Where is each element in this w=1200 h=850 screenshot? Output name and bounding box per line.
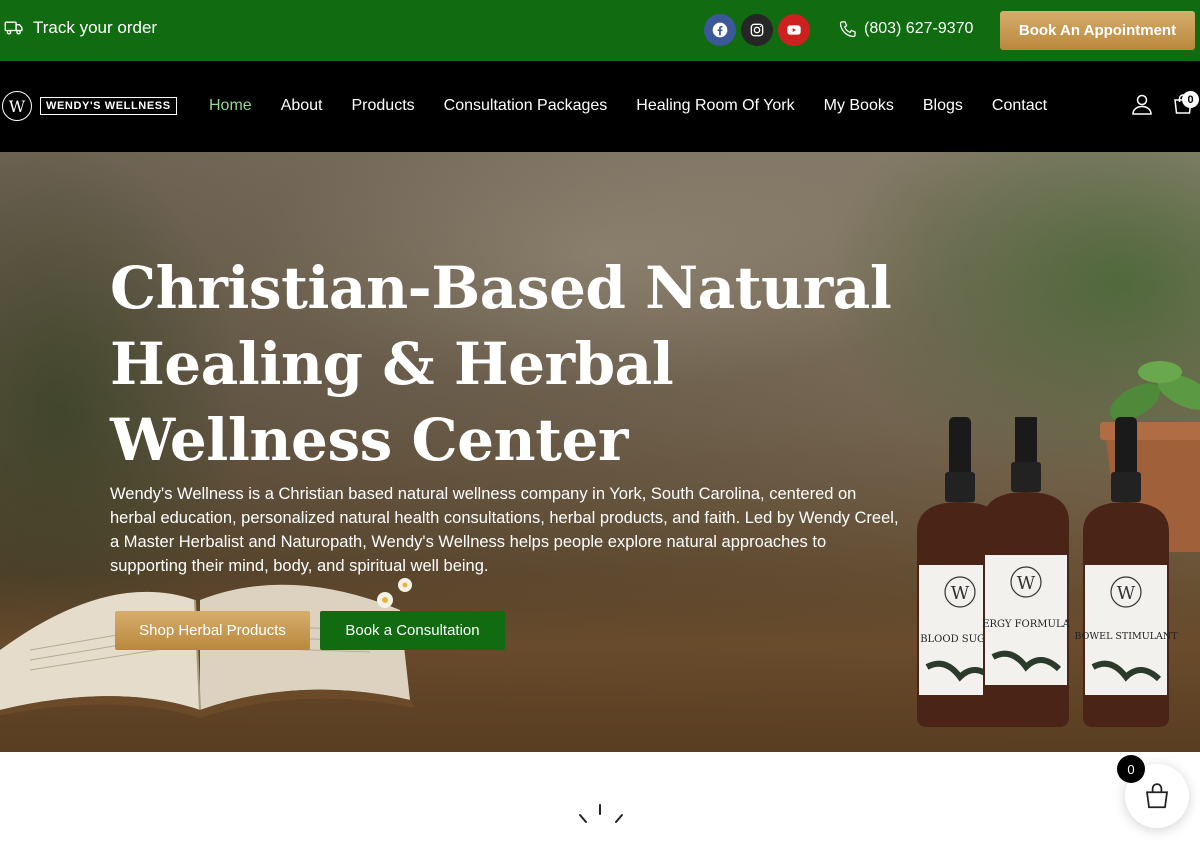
nav-item-products[interactable]: Products — [352, 97, 415, 115]
nav-item-contact[interactable]: Contact — [992, 97, 1047, 115]
track-order-label: Track your order — [33, 18, 158, 37]
book-consultation-button[interactable]: Book a Consultation — [320, 611, 505, 650]
hero-description: Wendy's Wellness is a Christian based na… — [110, 485, 899, 575]
hero-title-line-2: Healing & Herbal — [110, 330, 674, 398]
nav-item-healing-room[interactable]: Healing Room Of York — [636, 97, 794, 115]
nav-menu: Home About Products Consultation Package… — [209, 97, 1076, 115]
loading-spinner-icon — [579, 804, 623, 823]
book-appointment-button[interactable]: Book An Appointment — [1000, 11, 1195, 50]
track-order-link[interactable]: Track your order — [4, 18, 157, 38]
phone-number: (803) 627-9370 — [864, 20, 974, 37]
instagram-icon — [750, 23, 764, 37]
logo-mark: W — [2, 91, 32, 121]
truck-icon — [4, 21, 23, 35]
bottle-mark-2: W — [1017, 573, 1036, 594]
phone-icon — [839, 21, 856, 38]
hero-title-line-3: Wellness Center — [110, 406, 628, 474]
facebook-button[interactable] — [704, 14, 736, 46]
nav-item-my-books[interactable]: My Books — [824, 97, 894, 115]
logo-text: WENDY'S WELLNESS — [40, 97, 177, 115]
hero-title: Christian-Based Natural Healing & Herbal… — [110, 250, 910, 478]
youtube-icon — [787, 25, 801, 35]
shop-herbal-products-button[interactable]: Shop Herbal Products — [115, 611, 310, 650]
floating-cart-count: 0 — [1117, 755, 1145, 783]
nav-item-blogs[interactable]: Blogs — [923, 97, 963, 115]
bottle-label-2: ERGY FORMULA — [982, 619, 1070, 630]
herbal-bottles-image: W BLOOD SUGAR W ERGY FORMULA W BOWEL STI… — [917, 417, 1178, 727]
youtube-button[interactable] — [778, 14, 810, 46]
nav-item-about[interactable]: About — [281, 97, 323, 115]
hero-section: W BLOOD SUGAR W ERGY FORMULA W BOWEL STI… — [0, 152, 1200, 752]
bottle-label-3: BOWEL STIMULANT — [1074, 631, 1178, 642]
site-logo[interactable]: W WENDY'S WELLNESS — [2, 91, 177, 121]
user-icon[interactable] — [1130, 92, 1154, 116]
instagram-button[interactable] — [741, 14, 773, 46]
hero-title-line-1: Christian-Based Natural — [110, 254, 892, 322]
facebook-icon — [712, 22, 728, 38]
nav-item-consultation-packages[interactable]: Consultation Packages — [444, 97, 608, 115]
main-navigation: W WENDY'S WELLNESS Home About Products C… — [0, 61, 1200, 152]
bottle-mark-3: W — [1117, 583, 1136, 604]
nav-item-home[interactable]: Home — [209, 97, 252, 115]
phone-link[interactable]: (803) 627-9370 — [838, 19, 973, 39]
bottle-mark-1: W — [951, 583, 970, 604]
shopping-basket-icon — [1146, 783, 1168, 809]
cart-count-badge: 0 — [1182, 91, 1199, 108]
top-bar: Track your order (803) 627-9370 Book An … — [0, 0, 1200, 61]
